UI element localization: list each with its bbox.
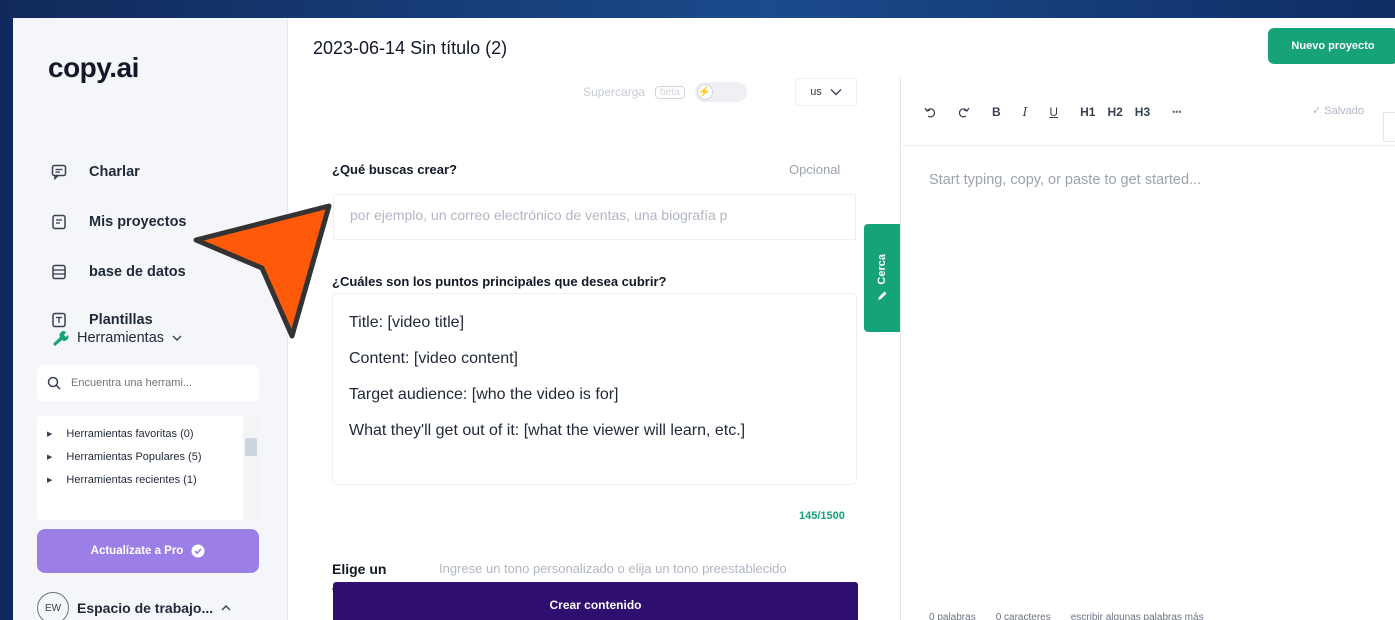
upgrade-label: Actualízate a Pro bbox=[90, 545, 184, 557]
footer-hint: escribir algunas palabras más bbox=[1070, 612, 1204, 620]
sidebar-item-templates[interactable]: Plantillas bbox=[51, 312, 153, 328]
search-input[interactable] bbox=[71, 377, 241, 389]
workspace-name: Espacio de trabajo... bbox=[77, 600, 214, 616]
italic-button[interactable]: I bbox=[1023, 105, 1028, 119]
language-value: us bbox=[810, 86, 822, 98]
tree-item-popular[interactable]: ▶ Herramientas Populares (5) bbox=[47, 451, 202, 463]
template-icon bbox=[52, 312, 66, 328]
desktop-background bbox=[0, 0, 1395, 18]
wrench-icon bbox=[53, 331, 69, 346]
new-project-button[interactable]: Nuevo proyecto bbox=[1268, 28, 1395, 64]
create-input[interactable]: por ejemplo, un correo electrónico de ve… bbox=[333, 194, 856, 240]
saved-status: ✓ Salvado bbox=[1312, 105, 1365, 117]
upgrade-button[interactable]: Actualízate a Pro bbox=[37, 529, 259, 573]
workspace-switcher[interactable]: EW Espacio de trabajo... bbox=[37, 592, 231, 620]
app-window: copy.ai Charlar Mis proyectos base de da… bbox=[13, 18, 1395, 620]
chevron-up-icon bbox=[221, 605, 231, 611]
editor-panel: B I U H1 H2 H3 ••• ✓ Salvado Start typin… bbox=[902, 78, 1395, 620]
side-tab-label: Cerca bbox=[876, 253, 888, 285]
optional-label: Opcional bbox=[789, 162, 841, 177]
tree-item-recent[interactable]: ▶ Herramientas recientes (1) bbox=[47, 474, 197, 486]
supercharge-toggle[interactable]: ⚡ bbox=[694, 82, 747, 102]
content-form: Supercarga beta ⚡ us ¿Qué buscas crear? … bbox=[289, 78, 901, 620]
editor-input[interactable]: Start typing, copy, or paste to get star… bbox=[929, 172, 1201, 188]
tree-item-label: Herramientas recientes (1) bbox=[66, 474, 197, 486]
sidebar-item-label: Mis proyectos bbox=[89, 214, 187, 230]
tools-label: Herramientas bbox=[77, 330, 165, 346]
char-count: 0 caracteres bbox=[995, 612, 1051, 620]
beta-badge: beta bbox=[655, 85, 685, 99]
tools-tree: ▶ Herramientas favoritas (0) ▶ Herramienta… bbox=[37, 416, 259, 520]
points-question-label: ¿Cuáles son los puntos principales que d… bbox=[332, 274, 667, 289]
textarea-line: Content: [video content] bbox=[349, 350, 518, 367]
scroll-thumb[interactable] bbox=[245, 438, 257, 456]
caret-right-icon: ▶ bbox=[47, 431, 53, 438]
sidebar-item-label: base de datos bbox=[89, 264, 186, 280]
bolt-icon: ⚡ bbox=[696, 84, 713, 100]
sidebar-item-label: Plantillas bbox=[89, 312, 153, 328]
redo-icon[interactable] bbox=[958, 106, 970, 118]
supercharge-label: Supercarga bbox=[583, 85, 646, 99]
sidebar-item-database[interactable]: base de datos bbox=[51, 264, 186, 280]
avatar: EW bbox=[37, 592, 69, 620]
sidebar-item-chat[interactable]: Charlar bbox=[51, 164, 140, 180]
tools-dropdown[interactable]: Herramientas bbox=[51, 330, 182, 346]
close-panel-tab[interactable]: Cerca bbox=[864, 224, 900, 332]
chevron-down-icon bbox=[830, 89, 842, 96]
search-icon bbox=[47, 376, 61, 390]
char-counter: 145/1500 bbox=[799, 510, 845, 522]
pencil-icon bbox=[878, 291, 887, 301]
bold-button[interactable]: B bbox=[992, 105, 1001, 119]
create-content-button[interactable]: Crear contenido bbox=[333, 582, 858, 620]
h1-button[interactable]: H1 bbox=[1080, 105, 1095, 119]
caret-right-icon: ▶ bbox=[47, 477, 53, 484]
tree-item-label: Herramientas favoritas (0) bbox=[66, 428, 194, 440]
textarea-line: What they'll get out of it: [what the vi… bbox=[349, 422, 746, 439]
file-icon bbox=[52, 214, 66, 230]
tree-item-label: Herramientas Populares (5) bbox=[66, 451, 202, 463]
tree-scrollbar[interactable] bbox=[243, 416, 259, 520]
textarea-line: Target audience: [who the video is for] bbox=[349, 386, 619, 403]
chat-icon bbox=[51, 164, 67, 180]
sidebar-item-label: Charlar bbox=[89, 164, 140, 180]
database-icon bbox=[52, 264, 66, 280]
supercharge-control: Supercarga beta ⚡ bbox=[583, 82, 747, 102]
textarea-line: Title: [video title] bbox=[349, 314, 465, 331]
undo-icon[interactable] bbox=[924, 106, 936, 118]
caret-right-icon: ▶ bbox=[47, 454, 53, 461]
h2-button[interactable]: H2 bbox=[1107, 105, 1122, 119]
editor-side-handle[interactable] bbox=[1383, 112, 1395, 142]
chevron-down-icon bbox=[172, 335, 182, 341]
sidebar: copy.ai Charlar Mis proyectos base de da… bbox=[13, 18, 288, 620]
points-textarea[interactable]: Title: [video title] Content: [video con… bbox=[333, 294, 856, 484]
check-badge-icon bbox=[191, 544, 205, 558]
editor-footer: 0 palabras 0 caracteres escribir algunas… bbox=[929, 612, 1204, 620]
tree-item-favorites[interactable]: ▶ Herramientas favoritas (0) bbox=[47, 428, 194, 440]
page-title[interactable]: 2023-06-14 Sin título (2) bbox=[313, 38, 507, 59]
more-button[interactable]: ••• bbox=[1172, 107, 1181, 117]
underline-button[interactable]: U bbox=[1049, 105, 1058, 119]
sidebar-item-projects[interactable]: Mis proyectos bbox=[51, 214, 187, 230]
logo: copy.ai bbox=[48, 52, 139, 83]
create-question-label: ¿Qué buscas crear? bbox=[332, 162, 457, 177]
word-count: 0 palabras bbox=[929, 612, 976, 620]
tool-search[interactable] bbox=[37, 365, 259, 401]
language-select[interactable]: us bbox=[795, 78, 857, 106]
h3-button[interactable]: H3 bbox=[1135, 105, 1150, 119]
